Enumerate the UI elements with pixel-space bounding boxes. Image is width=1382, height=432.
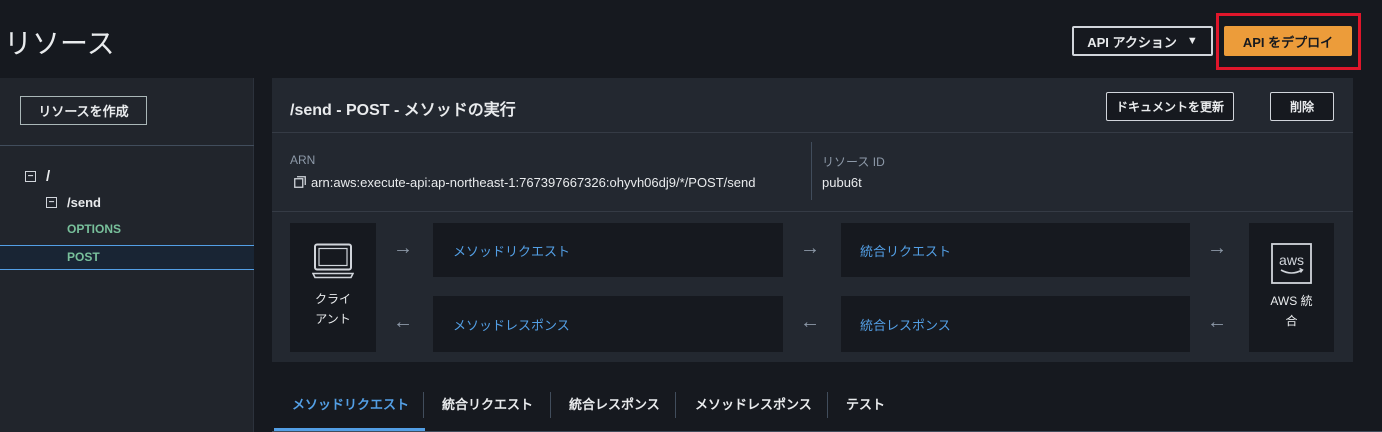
collapse-icon[interactable]: − xyxy=(25,171,36,182)
aws-integration-box: aws AWS 統 合 xyxy=(1249,223,1334,352)
client-computer-icon xyxy=(312,243,354,279)
meta-divider xyxy=(811,142,812,200)
arn-value: arn:aws:execute-api:ap-northeast-1:76739… xyxy=(311,175,756,190)
update-docs-button[interactable]: ドキュメントを更新 xyxy=(1106,92,1234,121)
tab-separator xyxy=(550,392,551,418)
sidebar-divider xyxy=(0,145,254,146)
method-response-box[interactable]: メソッドレスポンス xyxy=(433,296,783,352)
tab-method-response[interactable]: メソッドレスポンス xyxy=(695,394,812,413)
tree-node-send[interactable]: − /send xyxy=(46,195,101,210)
create-resource-button[interactable]: リソースを作成 xyxy=(20,96,147,125)
tab-method-request[interactable]: メソッドリクエスト xyxy=(292,394,409,413)
api-actions-label: API アクション xyxy=(1087,34,1177,50)
arrow-left-icon: ← xyxy=(800,311,820,333)
tree-method-post-label: POST xyxy=(67,250,100,264)
integration-response-link[interactable]: 統合レスポンス xyxy=(860,315,951,334)
arrow-left-icon: ← xyxy=(393,311,413,333)
aws-logo-icon: aws xyxy=(1271,243,1312,284)
tab-integration-response[interactable]: 統合レスポンス xyxy=(569,394,660,413)
tree-method-post-selected[interactable]: POST xyxy=(0,245,254,270)
resource-id-value: pubu6t xyxy=(822,175,862,190)
tree-node-root[interactable]: − / xyxy=(25,168,50,185)
tab-separator xyxy=(423,392,424,418)
panel-header: /send - POST - メソッドの実行 ドキュメントを更新 削除 xyxy=(272,78,1353,133)
deploy-api-button[interactable]: API をデプロイ xyxy=(1224,26,1352,56)
panel-title: /send - POST - メソッドの実行 xyxy=(290,102,516,119)
method-tabs: メソッドリクエスト 統合リクエスト 統合レスポンス メソッドレスポンス テスト xyxy=(272,378,1382,432)
method-request-link[interactable]: メソッドリクエスト xyxy=(453,241,570,260)
arrow-left-icon: ← xyxy=(1207,311,1227,333)
arrow-right-icon: → xyxy=(393,237,413,259)
method-request-box[interactable]: メソッドリクエスト xyxy=(433,223,783,277)
arrow-right-icon: → xyxy=(1207,237,1227,259)
collapse-icon[interactable]: − xyxy=(46,197,57,208)
arrow-right-icon: → xyxy=(800,237,820,259)
arn-label: ARN xyxy=(290,153,316,167)
client-box: クライ アント xyxy=(290,223,376,352)
tab-integration-request[interactable]: 統合リクエスト xyxy=(442,394,533,413)
tab-separator xyxy=(675,392,676,418)
aws-integration-label: AWS 統 合 xyxy=(1270,294,1313,328)
api-actions-button[interactable]: API アクション ▼ xyxy=(1072,26,1213,56)
page-title: リソース xyxy=(4,28,115,59)
integration-response-box[interactable]: 統合レスポンス xyxy=(841,296,1190,352)
integration-request-box[interactable]: 統合リクエスト xyxy=(841,223,1190,277)
tree-node-send-label: /send xyxy=(67,195,101,210)
copy-icon[interactable] xyxy=(294,176,306,188)
resource-id-label: リソース ID xyxy=(822,155,885,169)
method-execution-panel: /send - POST - メソッドの実行 ドキュメントを更新 削除 ARN … xyxy=(272,78,1353,362)
method-response-link[interactable]: メソッドレスポンス xyxy=(453,315,570,334)
flow-divider xyxy=(272,211,1353,212)
tree-method-options[interactable]: OPTIONS xyxy=(67,222,121,236)
svg-text:aws: aws xyxy=(1279,252,1304,268)
tab-separator xyxy=(827,392,828,418)
tree-node-root-label: / xyxy=(46,168,51,185)
tab-test[interactable]: テスト xyxy=(846,394,885,413)
integration-request-link[interactable]: 統合リクエスト xyxy=(860,241,951,260)
delete-button[interactable]: 削除 xyxy=(1270,92,1334,121)
client-label: クライ アント xyxy=(314,292,351,326)
caret-down-icon: ▼ xyxy=(1186,35,1198,47)
